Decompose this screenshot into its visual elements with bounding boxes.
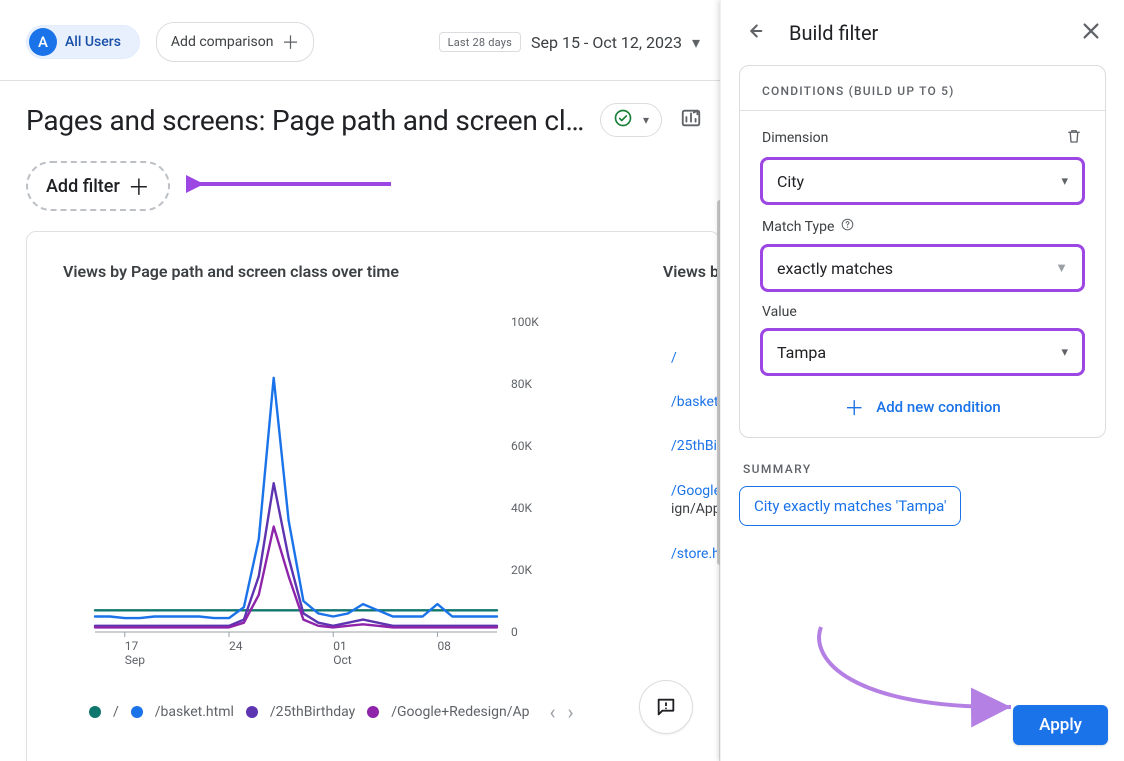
conditions-title: CONDITIONS (BUILD UP TO 5) xyxy=(740,66,1105,111)
matchtype-value: exactly matches xyxy=(777,259,893,278)
filter-panel: Build filter CONDITIONS (BUILD UP TO 5) … xyxy=(720,0,1124,761)
plus-icon: ＋ xyxy=(128,170,150,202)
series-list: / /basket /25thBi /Google ign/App /store.… xyxy=(671,350,720,562)
report-status-pill[interactable]: ▾ xyxy=(600,103,662,137)
report-card: Views by Page path and screen class over… xyxy=(26,231,720,761)
svg-text:08: 08 xyxy=(437,639,451,653)
legend: / /basket.html/25thBirthday/Google+Redesi… xyxy=(89,700,574,724)
annotation-arrow-icon xyxy=(781,619,1031,733)
customize-report-icon[interactable] xyxy=(680,107,702,133)
svg-text:40K: 40K xyxy=(511,501,532,515)
chevron-left-icon[interactable]: ‹ xyxy=(550,700,556,724)
line-chart: 0 20K 40K 60K 80K 100K 17Sep 24 01Oct 08 xyxy=(87,312,567,672)
legend-item-label: /Google+Redesign/Ap xyxy=(391,704,529,720)
secondary-chart-title: Views b xyxy=(663,262,719,281)
caret-down-icon: ▾ xyxy=(1061,345,1068,360)
svg-text:17: 17 xyxy=(125,639,139,653)
legend-swatch xyxy=(367,706,379,718)
apply-button[interactable]: Apply xyxy=(1013,705,1108,745)
matchtype-label: Match Type xyxy=(762,219,834,235)
feedback-icon[interactable] xyxy=(639,680,693,734)
add-filter-button[interactable]: Add filter ＋ xyxy=(26,161,170,211)
conditions-card: CONDITIONS (BUILD UP TO 5) Dimension Cit… xyxy=(739,65,1106,438)
avatar: A xyxy=(29,28,57,56)
chevron-right-icon[interactable]: › xyxy=(568,700,574,724)
svg-text:100K: 100K xyxy=(511,315,539,329)
dimension-value: City xyxy=(777,172,804,191)
caret-down-icon: ▾ xyxy=(1061,174,1068,189)
dimension-select[interactable]: City ▾ xyxy=(762,159,1083,203)
caret-down-icon: ▾ xyxy=(692,33,700,52)
caret-down-icon: ▾ xyxy=(643,113,649,127)
value-label: Value xyxy=(762,304,797,320)
svg-text:01: 01 xyxy=(333,639,347,653)
summary-label: SUMMARY xyxy=(739,462,1106,476)
plus-icon: ＋ xyxy=(281,29,299,55)
summary-chip[interactable]: City exactly matches 'Tampa' xyxy=(739,486,961,526)
legend-swatch xyxy=(246,706,258,718)
series-link[interactable]: /25thBi xyxy=(671,438,720,454)
value-value: Tampa xyxy=(777,343,826,362)
legend-pager[interactable]: ‹› xyxy=(550,700,574,724)
date-range-preset: Last 28 days xyxy=(439,32,521,52)
apply-label: Apply xyxy=(1039,715,1082,735)
series-link[interactable]: /Google xyxy=(671,483,720,499)
legend-item-label: / xyxy=(113,704,119,720)
add-condition-button[interactable]: ＋ Add new condition xyxy=(762,392,1083,421)
date-range[interactable]: Last 28 days Sep 15 - Oct 12, 2023 ▾ xyxy=(439,32,700,52)
matchtype-select[interactable]: exactly matches ▼ xyxy=(762,246,1083,290)
add-condition-label: Add new condition xyxy=(876,398,1000,416)
add-comparison-chip[interactable]: Add comparison ＋ xyxy=(156,22,315,62)
chart-title: Views by Page path and screen class over… xyxy=(63,262,399,281)
svg-text:Oct: Oct xyxy=(333,653,352,667)
svg-text:60K: 60K xyxy=(511,439,532,453)
caret-down-icon: ▼ xyxy=(1055,260,1068,276)
series-link[interactable]: /store.h xyxy=(671,546,720,562)
series-link[interactable]: / xyxy=(671,350,720,366)
legend-swatch xyxy=(131,706,143,718)
svg-text:20K: 20K xyxy=(511,563,532,577)
svg-text:0: 0 xyxy=(511,625,518,639)
add-filter-label: Add filter xyxy=(46,176,120,197)
back-icon[interactable] xyxy=(743,20,765,46)
plus-icon: ＋ xyxy=(844,392,864,421)
page-title: Pages and screens: Page path and screen … xyxy=(26,104,586,137)
svg-text:Sep: Sep xyxy=(125,653,145,667)
panel-title: Build filter xyxy=(789,21,1056,45)
checkmark-icon xyxy=(613,108,633,132)
all-users-chip[interactable]: A All Users xyxy=(26,25,140,59)
help-icon[interactable] xyxy=(840,217,855,236)
summary-text: City exactly matches 'Tampa' xyxy=(754,497,946,515)
date-range-text: Sep 15 - Oct 12, 2023 xyxy=(531,33,682,52)
legend-item-label: /25thBirthday xyxy=(270,704,355,720)
add-comparison-label: Add comparison xyxy=(171,34,274,50)
legend-swatch xyxy=(89,706,101,718)
series-link-cont: ign/App xyxy=(671,501,720,517)
legend-item-label: /basket.html xyxy=(155,704,234,720)
delete-condition-icon[interactable] xyxy=(1065,127,1083,149)
svg-text:80K: 80K xyxy=(511,377,532,391)
value-select[interactable]: Tampa ▾ xyxy=(762,330,1083,374)
dimension-label: Dimension xyxy=(762,130,828,146)
svg-text:24: 24 xyxy=(229,639,243,653)
annotation-arrow-icon xyxy=(186,172,396,200)
all-users-label: All Users xyxy=(65,34,121,50)
close-icon[interactable] xyxy=(1080,20,1102,46)
series-link[interactable]: /basket xyxy=(671,394,720,410)
